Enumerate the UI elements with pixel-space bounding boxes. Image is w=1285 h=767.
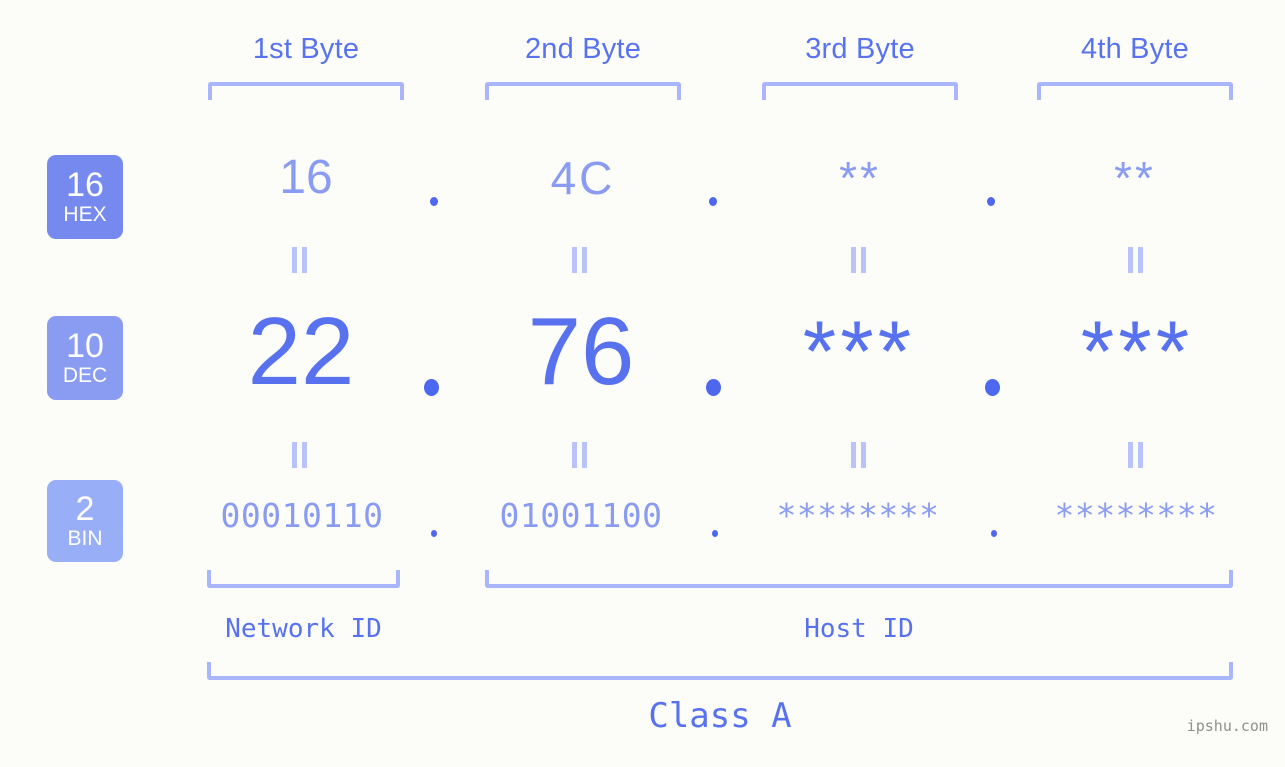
site-watermark: ipshu.com [1186,717,1268,735]
hex-dot-separator-1 [430,197,438,206]
dec-dot-separator-1 [424,379,439,396]
hex-byte-2: 4C [550,152,616,204]
byte-bracket-3 [762,82,958,100]
byte-bracket-1 [208,82,404,100]
hex-dot-separator-3 [987,197,995,206]
bin-byte-2: 01001100 [499,496,663,535]
equals-mark-hex-dec-2 [572,247,588,273]
byte-bracket-4 [1037,82,1233,100]
dec-byte-4: *** [1080,304,1194,400]
dec-byte-2: 76 [527,298,635,405]
base-badge-bin-number: 2 [75,490,95,528]
equals-mark-dec-bin-3 [851,442,867,468]
byte-bracket-2 [485,82,681,100]
dec-dot-separator-3 [985,379,1000,396]
host-id-label: Host ID [804,614,914,644]
base-badge-dec-number: 10 [66,327,104,365]
bin-dot-separator-2 [712,530,718,537]
network-id-label: Network ID [225,614,382,644]
base-badge-hex: 16 HEX [47,155,123,239]
equals-mark-hex-dec-4 [1128,247,1144,273]
bin-dot-separator-1 [431,530,437,537]
bin-dot-separator-3 [991,530,997,537]
base-badge-dec-name: DEC [62,364,108,387]
equals-mark-hex-dec-3 [851,247,867,273]
byte-header-1: 1st Byte [252,33,360,65]
equals-mark-dec-bin-4 [1128,442,1144,468]
base-badge-hex-number: 16 [66,166,104,204]
byte-header-2: 2nd Byte [524,33,642,65]
dec-byte-3: *** [802,304,916,400]
base-badge-dec: 10 DEC [47,316,123,400]
ip-address-breakdown-diagram: 1st Byte 2nd Byte 3rd Byte 4th Byte 16 H… [0,0,1285,767]
hex-dot-separator-2 [709,197,717,206]
bin-byte-1: 00010110 [220,496,384,535]
base-badge-bin-name: BIN [67,527,103,550]
class-label: Class A [648,696,792,736]
class-bracket [207,662,1233,680]
byte-header-4: 4th Byte [1081,33,1189,65]
byte-header-3: 3rd Byte [805,33,915,65]
bin-byte-4: ******** [1054,496,1218,535]
network-id-bracket [207,570,400,588]
equals-mark-dec-bin-1 [292,442,308,468]
base-badge-bin: 2 BIN [47,480,123,562]
hex-byte-4: ** [1114,152,1156,204]
hex-byte-3: ** [839,152,881,204]
dec-byte-1: 22 [247,298,355,405]
equals-mark-hex-dec-1 [292,247,308,273]
dec-dot-separator-2 [706,379,721,396]
bin-byte-3: ******** [776,496,940,535]
hex-byte-1: 16 [279,151,333,204]
base-badge-hex-name: HEX [63,203,107,226]
host-id-bracket [485,570,1233,588]
equals-mark-dec-bin-2 [572,442,588,468]
